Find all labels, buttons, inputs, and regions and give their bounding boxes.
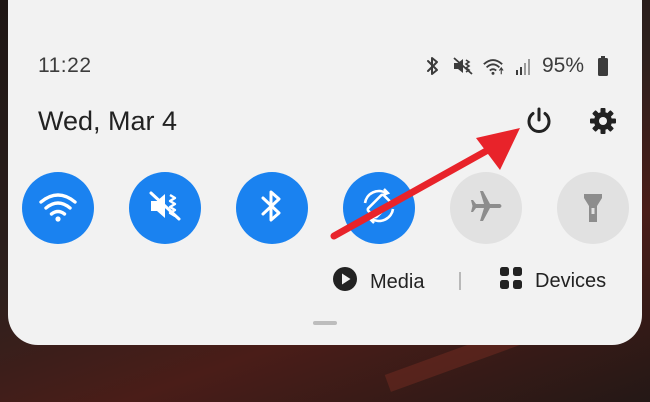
wifi-icon	[482, 55, 504, 77]
status-time: 11:22	[38, 54, 92, 77]
tile-bluetooth[interactable]	[236, 172, 308, 244]
power-button[interactable]	[521, 105, 557, 141]
tile-airplane-mode[interactable]	[450, 172, 522, 244]
tile-auto-rotate[interactable]	[343, 172, 415, 244]
media-button[interactable]: Media	[332, 266, 424, 298]
media-label: Media	[370, 270, 425, 293]
devices-button[interactable]: Devices	[499, 266, 606, 296]
bluetooth-icon	[259, 188, 285, 229]
tile-sound[interactable]	[129, 172, 201, 244]
bottom-row: Media Devices	[8, 266, 642, 296]
tile-wifi[interactable]	[22, 172, 94, 244]
quick-tiles	[8, 172, 642, 244]
devices-grid-icon	[499, 266, 523, 296]
rotate-icon	[360, 187, 398, 230]
signal-icon	[512, 55, 534, 77]
drag-handle[interactable]	[313, 321, 337, 325]
bluetooth-icon	[422, 55, 444, 77]
vibrate-mute-icon	[147, 189, 183, 228]
play-icon	[332, 266, 358, 298]
battery-icon	[592, 55, 614, 77]
tile-flashlight[interactable]	[557, 172, 629, 244]
devices-label: Devices	[535, 269, 607, 292]
settings-button[interactable]	[585, 105, 621, 141]
status-icons: 95%	[422, 54, 614, 78]
quick-settings-panel: 11:22 95% Wed, Mar 4 Media Devices	[8, 0, 642, 345]
gear-icon	[588, 106, 618, 141]
date-label: Wed, Mar 4	[38, 106, 178, 136]
wifi-icon	[38, 189, 78, 228]
airplane-icon	[468, 188, 504, 229]
power-icon	[524, 106, 554, 141]
status-bar: 11:22 95%	[38, 53, 614, 79]
flashlight-icon	[578, 188, 608, 229]
battery-percent: 95%	[541, 54, 584, 77]
bottom-divider	[459, 272, 461, 290]
vibrate-mute-icon	[452, 55, 474, 77]
